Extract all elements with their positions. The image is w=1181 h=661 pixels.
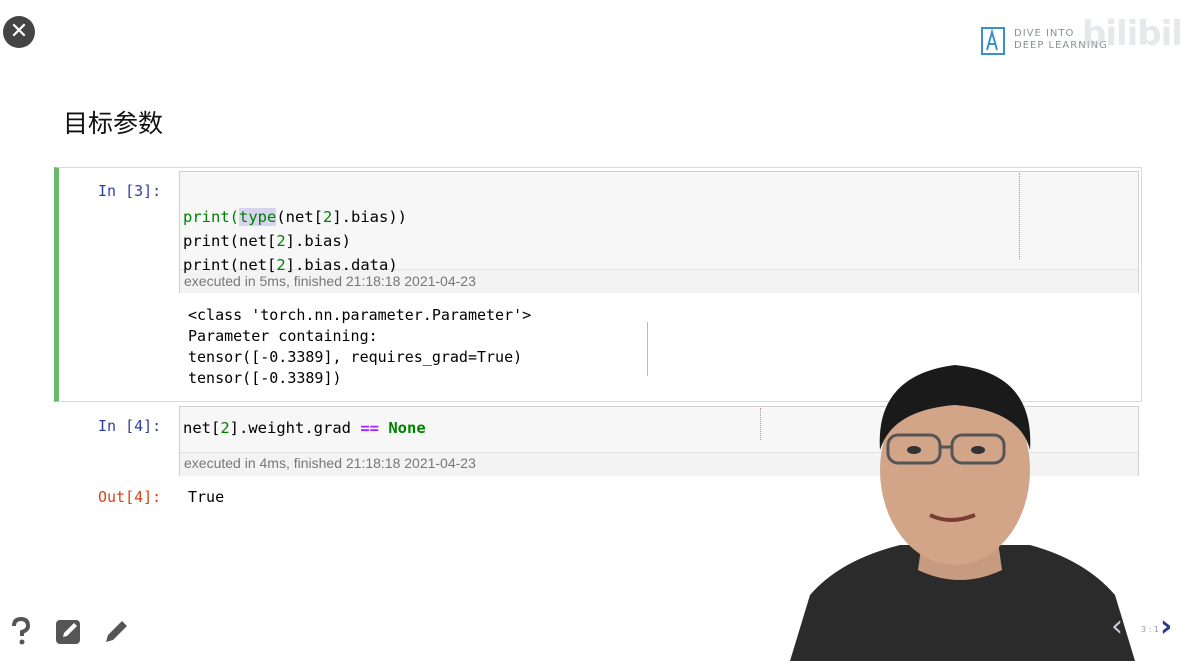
bottom-toolbar: [6, 616, 132, 646]
selected-token: type: [239, 208, 277, 226]
text-cursor-line: [647, 322, 648, 376]
exec-info-2: executed in 4ms, finished 21:18:18 2021-…: [184, 455, 476, 471]
exec-info: executed in 5ms, finished 21:18:18 2021-…: [184, 273, 476, 289]
presenter-video: [790, 365, 1135, 661]
code-line-1: print(type(net[2].bias)): [183, 208, 407, 226]
help-icon[interactable]: [6, 616, 36, 646]
slide-heading: 目标参数: [63, 109, 164, 138]
line-length-ruler: [1019, 173, 1020, 259]
pencil-icon[interactable]: [102, 616, 132, 646]
edit-square-icon[interactable]: [54, 616, 84, 646]
code-block[interactable]: print(type(net[2].bias)) print(net[2].bi…: [183, 181, 407, 277]
slide-number: 3 : 1: [1141, 625, 1159, 634]
code-line-cell4[interactable]: net[2].weight.grad == None: [183, 416, 426, 440]
cell-output: <class 'torch.nn.parameter.Parameter'> Pa…: [188, 306, 532, 387]
out-prompt-4: Out[4]:: [98, 488, 162, 506]
code-line-3: print(net[2].bias.data): [183, 256, 398, 274]
chevron-right-icon[interactable]: ›: [1160, 612, 1172, 642]
chevron-left-icon[interactable]: ‹: [1111, 612, 1123, 642]
bilibili-watermark: bilibili: [1082, 14, 1181, 54]
close-button[interactable]: ✕: [3, 16, 35, 48]
close-icon: ✕: [9, 19, 29, 44]
line-length-ruler-2: [760, 408, 761, 440]
in-prompt-3: In [3]:: [98, 182, 162, 200]
d2l-logo-icon: [981, 27, 1005, 55]
in-prompt-4: In [4]:: [98, 417, 162, 435]
code-line-2: print(net[2].bias): [183, 232, 351, 250]
cell-output-2: True: [188, 488, 225, 506]
